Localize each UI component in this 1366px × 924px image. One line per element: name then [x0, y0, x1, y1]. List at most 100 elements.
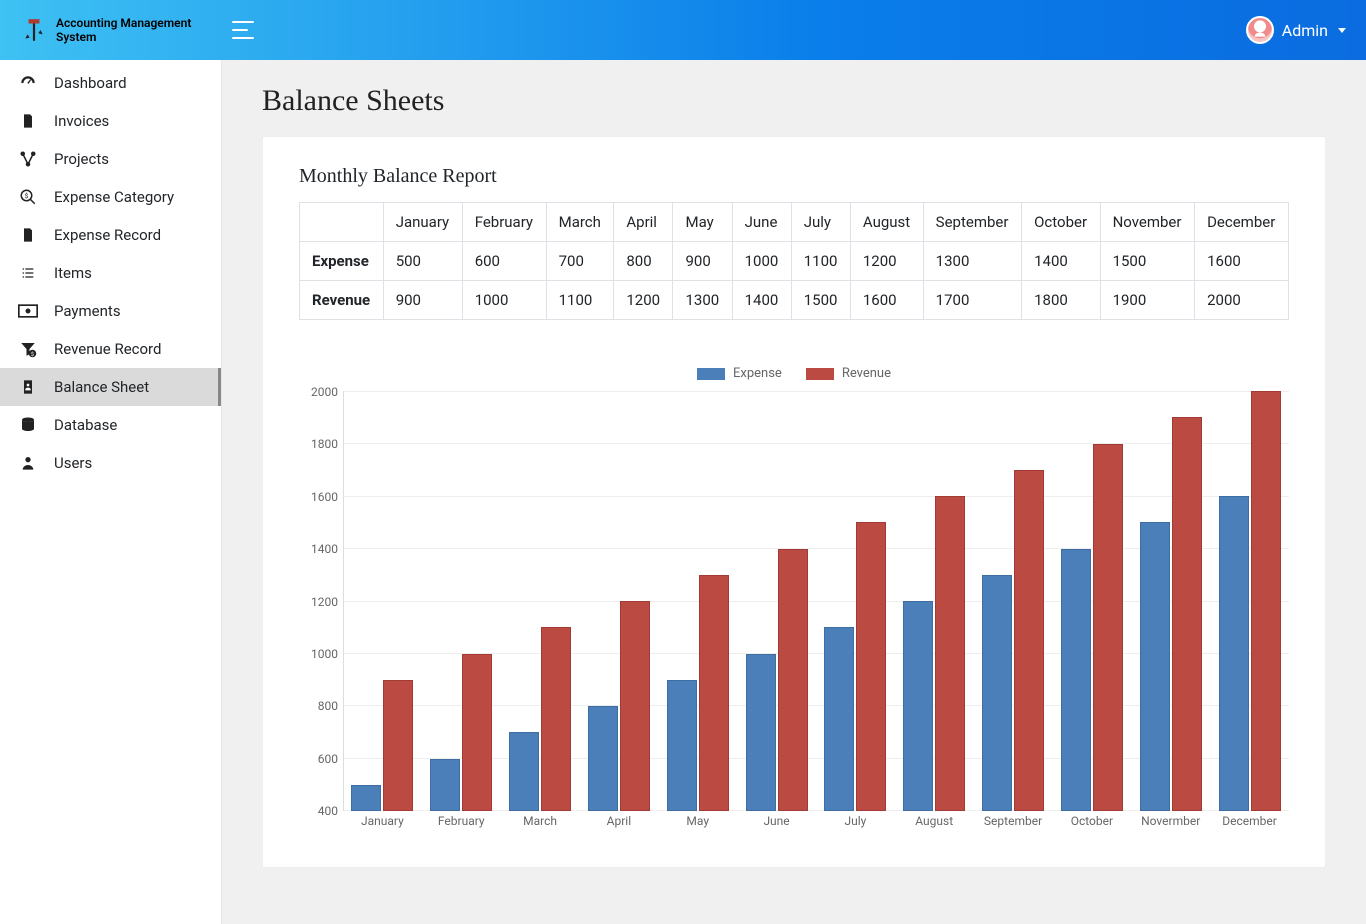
- bar-revenue[interactable]: [541, 627, 571, 811]
- sidebar-item-label: Projects: [54, 150, 109, 168]
- bar-expense[interactable]: [1061, 549, 1091, 812]
- table-header: June: [732, 203, 791, 242]
- page-title: Balance Sheets: [262, 84, 1326, 118]
- x-tick-label: January: [343, 811, 422, 831]
- bar-expense[interactable]: [982, 575, 1012, 811]
- brand-logo-icon: [20, 16, 48, 44]
- bar-revenue[interactable]: [856, 522, 886, 811]
- sidebar-item-users[interactable]: Users: [0, 444, 221, 482]
- table-header: July: [791, 203, 850, 242]
- table-cell: 2000: [1195, 281, 1289, 320]
- y-tick-label: 2000: [311, 385, 338, 399]
- bar-expense[interactable]: [667, 680, 697, 811]
- bar-expense[interactable]: [351, 785, 381, 811]
- table-cell: 1200: [614, 281, 673, 320]
- table-header-empty: [300, 203, 384, 242]
- table-header: March: [546, 203, 614, 242]
- svg-text:$: $: [25, 192, 29, 200]
- user-menu[interactable]: Admin: [1246, 16, 1346, 44]
- bar-expense[interactable]: [824, 627, 854, 811]
- sidebar-item-label: Payments: [54, 302, 121, 320]
- y-tick-label: 1000: [311, 647, 338, 661]
- bar-revenue[interactable]: [383, 680, 413, 811]
- sidebar-item-expense-record[interactable]: Expense Record: [0, 216, 221, 254]
- bar-revenue[interactable]: [778, 549, 808, 812]
- filter-dollar-icon: $: [18, 340, 38, 358]
- table-cell: 1000: [732, 242, 791, 281]
- bar-group: [1210, 391, 1289, 811]
- bar-revenue[interactable]: [462, 654, 492, 812]
- bar-group: [1131, 391, 1210, 811]
- topbar: Accounting Management System Admin: [0, 0, 1366, 60]
- bar-revenue[interactable]: [935, 496, 965, 811]
- y-tick-label: 1800: [311, 437, 338, 451]
- bar-group: [816, 391, 895, 811]
- bar-revenue[interactable]: [1172, 417, 1202, 811]
- sidebar-item-label: Database: [54, 416, 117, 434]
- legend-label: Revenue: [842, 366, 891, 381]
- table-cell: 1600: [1195, 242, 1289, 281]
- y-tick-label: 1400: [311, 542, 338, 556]
- main-content: Balance Sheets Monthly Balance Report Ja…: [222, 60, 1366, 924]
- table-cell: 1400: [732, 281, 791, 320]
- sidebar-item-database[interactable]: Database: [0, 406, 221, 444]
- sidebar-item-label: Items: [54, 264, 92, 282]
- balance-table: JanuaryFebruaryMarchAprilMayJuneJulyAugu…: [299, 202, 1289, 320]
- bar-group: [343, 391, 422, 811]
- bar-expense[interactable]: [588, 706, 618, 811]
- sidebar-item-items[interactable]: Items: [0, 254, 221, 292]
- table-cell: 1700: [923, 281, 1021, 320]
- table-cell: 1100: [791, 242, 850, 281]
- y-tick-label: 600: [318, 752, 338, 766]
- bar-expense[interactable]: [1219, 496, 1249, 811]
- x-tick-label: February: [422, 811, 501, 831]
- chart-x-labels: JanuaryFebruaryMarchAprilMayJuneJulyAugu…: [343, 811, 1289, 831]
- bar-expense[interactable]: [509, 732, 539, 811]
- bar-revenue[interactable]: [1093, 444, 1123, 812]
- sidebar-item-expense-category[interactable]: $Expense Category: [0, 178, 221, 216]
- table-cell: 1900: [1100, 281, 1195, 320]
- layout: Dashboard Invoices Projects $Expense Catego…: [0, 60, 1366, 924]
- table-cell: 600: [462, 242, 546, 281]
- bar-revenue[interactable]: [1251, 391, 1281, 811]
- table-cell: 1600: [850, 281, 923, 320]
- table-cell: 1000: [462, 281, 546, 320]
- bar-expense[interactable]: [430, 759, 460, 812]
- sidebar-item-revenue-record[interactable]: $Revenue Record: [0, 330, 221, 368]
- x-tick-label: Novermber: [1131, 811, 1210, 831]
- bar-expense[interactable]: [903, 601, 933, 811]
- bar-expense[interactable]: [1140, 522, 1170, 811]
- table-cell: 1800: [1022, 281, 1100, 320]
- bar-revenue[interactable]: [620, 601, 650, 811]
- legend-item-revenue[interactable]: Revenue: [806, 366, 891, 381]
- chart-bars: [343, 391, 1289, 811]
- table-header: October: [1022, 203, 1100, 242]
- file-alt-icon: [18, 226, 38, 244]
- bar-group: [501, 391, 580, 811]
- search-dollar-icon: $: [18, 188, 38, 206]
- sidebar-item-balance-sheet[interactable]: Balance Sheet: [0, 368, 221, 406]
- database-icon: [18, 416, 38, 434]
- bar-group: [658, 391, 737, 811]
- brand[interactable]: Accounting Management System: [20, 16, 191, 45]
- sidebar-item-invoices[interactable]: Invoices: [0, 102, 221, 140]
- legend-label: Expense: [733, 366, 782, 381]
- table-header: September: [923, 203, 1021, 242]
- sidebar-item-projects[interactable]: Projects: [0, 140, 221, 178]
- bar-revenue[interactable]: [699, 575, 729, 811]
- table-cell: 1300: [923, 242, 1021, 281]
- row-label: Revenue: [300, 281, 384, 320]
- row-label: Expense: [300, 242, 384, 281]
- sidebar: Dashboard Invoices Projects $Expense Catego…: [0, 60, 222, 924]
- report-title: Monthly Balance Report: [299, 165, 1289, 188]
- legend-item-expense[interactable]: Expense: [697, 366, 782, 381]
- menu-toggle-button[interactable]: [231, 20, 255, 40]
- bar-revenue[interactable]: [1014, 470, 1044, 811]
- chart-legend: Expense Revenue: [299, 366, 1289, 381]
- projects-icon: [18, 150, 38, 168]
- sidebar-item-payments[interactable]: Payments: [0, 292, 221, 330]
- sidebar-item-dashboard[interactable]: Dashboard: [0, 64, 221, 102]
- bar-group: [1052, 391, 1131, 811]
- bar-expense[interactable]: [746, 654, 776, 812]
- sidebar-item-label: Invoices: [54, 112, 109, 130]
